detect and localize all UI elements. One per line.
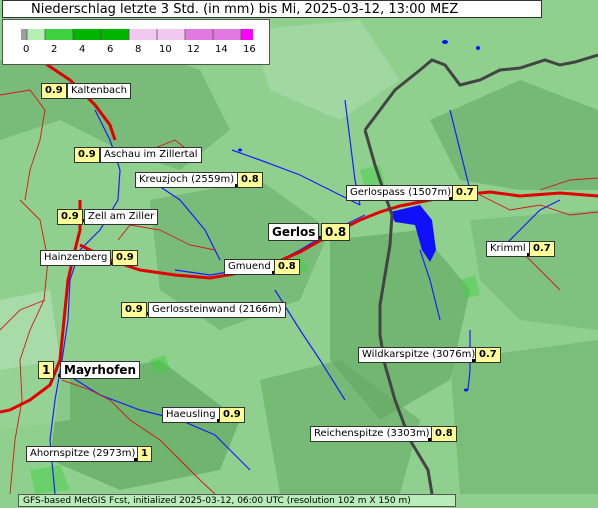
- precip-value-krimml: 0.7: [529, 241, 555, 257]
- precip-value-ahornspitze: 1: [137, 446, 152, 462]
- precip-value-gerlos: 0.8: [321, 223, 351, 241]
- precip-value-kreuzjoch: 0.8: [237, 172, 263, 188]
- precip-value-reichenspitze: 0.8: [431, 426, 457, 442]
- precip-value-gerlospass: 0.7: [452, 185, 478, 201]
- legend-tick: 14: [215, 44, 228, 55]
- precip-value-gmuend: 0.8: [274, 259, 300, 275]
- precip-value-aschau: 0.9: [74, 147, 100, 163]
- forecast-footer: GFS-based MetGIS Fcst, initialized 2025-…: [18, 494, 456, 507]
- legend-tick: 2: [51, 44, 58, 55]
- precipitation-legend: 0 2 4 6 8 10 12 14 16: [2, 19, 270, 65]
- legend-color-bar: [21, 29, 253, 40]
- place-label-gmuend: Gmuend: [224, 259, 275, 275]
- legend-tick: 0: [23, 44, 30, 55]
- place-label-krimml: Krimml: [486, 241, 530, 257]
- place-label-reichenspitze: Reichenspitze (3303m): [310, 426, 434, 442]
- place-label-gerlos: Gerlos: [268, 223, 320, 241]
- legend-tick: 4: [79, 44, 86, 55]
- precip-value-mayrhofen: 1: [38, 361, 55, 379]
- place-label-haeusling: Haeusling: [162, 407, 220, 423]
- place-label-hainzenberg: Hainzenberg: [40, 250, 112, 266]
- precip-value-haeusling: 0.9: [219, 407, 245, 423]
- precipitation-map: Niederschlag letzte 3 Std. (in mm) bis M…: [0, 0, 598, 508]
- place-label-zell: Zell am Ziller: [84, 209, 159, 225]
- map-title: Niederschlag letzte 3 Std. (in mm) bis M…: [2, 0, 542, 18]
- place-label-mayrhofen: Mayrhofen: [60, 361, 141, 379]
- place-label-aschau: Aschau im Zillertal: [100, 147, 202, 163]
- precip-value-gerlossteinwand: 0.9: [121, 302, 147, 318]
- legend-tick: 12: [187, 44, 200, 55]
- place-label-wildkarspitze: Wildkarspitze (3076m): [358, 347, 480, 363]
- place-label-kreuzjoch: Kreuzjoch (2559m): [135, 172, 239, 188]
- precip-value-zell: 0.9: [57, 209, 83, 225]
- place-label-kaltenbach: Kaltenbach: [67, 83, 132, 99]
- precip-value-wildkarspitze: 0.7: [475, 347, 501, 363]
- precip-value-kaltenbach: 0.9: [41, 83, 67, 99]
- legend-tick: 6: [107, 44, 114, 55]
- legend-tick: 8: [135, 44, 142, 55]
- legend-tick: 16: [243, 44, 256, 55]
- precip-value-hainzenberg: 0.9: [112, 250, 138, 266]
- place-label-gerlospass: Gerlospass (1507m): [346, 185, 456, 201]
- legend-tick: 10: [159, 44, 172, 55]
- place-label-ahornspitze: Ahornspitze (2973m): [26, 446, 140, 462]
- place-label-gerlossteinwand: Gerlossteinwand (2166m): [148, 302, 286, 318]
